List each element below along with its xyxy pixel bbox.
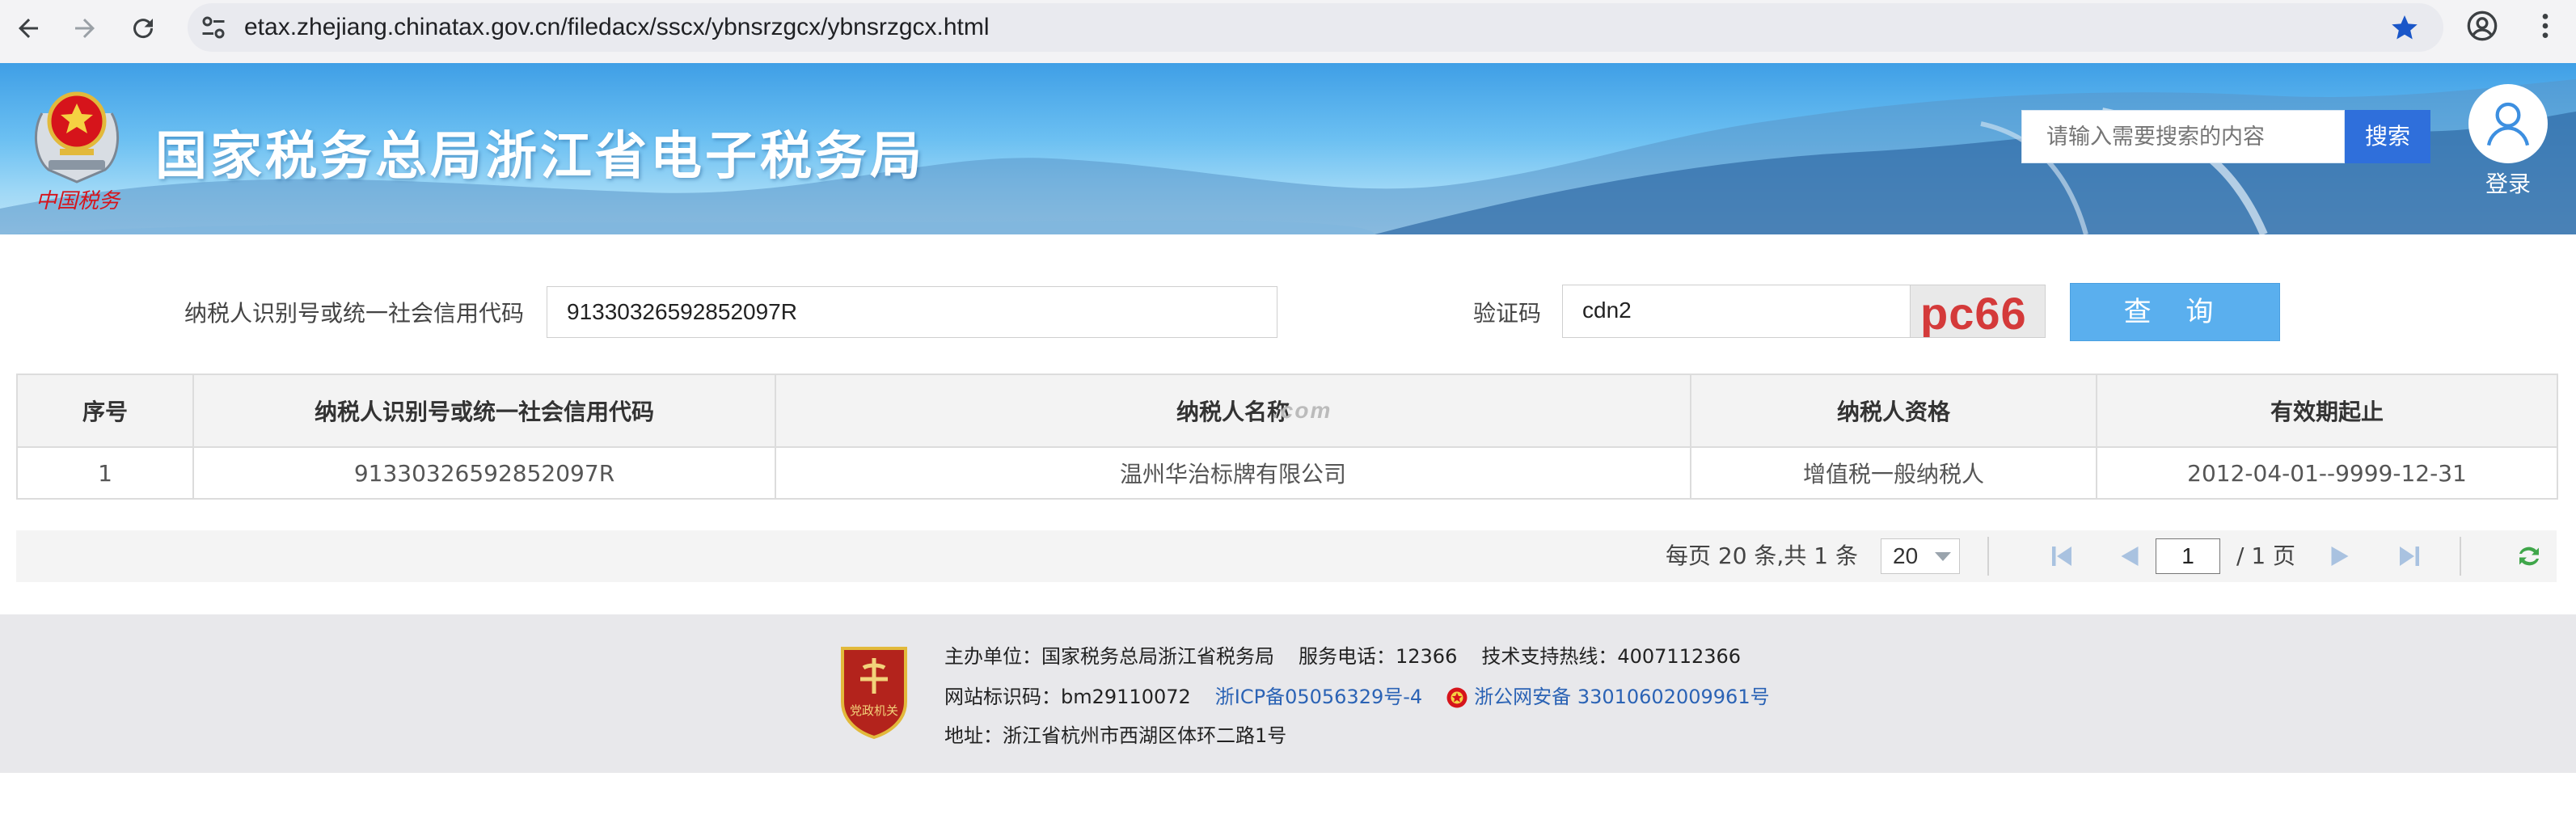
- service-phone: 服务电话：12366: [1299, 645, 1458, 668]
- badge-text: 党政机关: [850, 703, 898, 718]
- refresh-icon[interactable]: [2515, 542, 2544, 571]
- site-id: 网站标识码：bm29110072: [944, 686, 1191, 708]
- reload-button[interactable]: [123, 8, 163, 49]
- site-search-input[interactable]: [2021, 110, 2345, 163]
- next-page-icon[interactable]: [2325, 542, 2354, 571]
- site-footer: 党政机关 主办单位：国家税务总局浙江省税务局 服务电话：12366 技术支持热线：4…: [0, 614, 2576, 773]
- table-cell: 2012-04-01--9999-12-31: [2096, 446, 2558, 500]
- first-page-icon[interactable]: [2047, 542, 2076, 571]
- browser-toolbar: etax.zhejiang.chinatax.gov.cn/filedacx/s…: [0, 0, 2576, 63]
- footer-line-1: 主办单位：国家税务总局浙江省税务局 服务电话：12366 技术支持热线：400711…: [944, 640, 1741, 669]
- captcha-input[interactable]: cdn2: [1562, 285, 1911, 338]
- user-icon: [2486, 102, 2530, 146]
- prev-page-icon[interactable]: [2115, 542, 2144, 571]
- taxpayer-id-label: 纳税人识别号或统一社会信用代码: [184, 300, 525, 327]
- slogan-text: 中国税务: [36, 189, 120, 213]
- forward-arrow-icon: [75, 19, 95, 38]
- results-table: 序号 纳税人识别号或统一社会信用代码 纳税人名称 纳税人资格 有效期起止 1 9…: [16, 374, 2558, 500]
- table-row: 1 91330326592852097R 温州华治标牌有限公司 增值税一般纳税人…: [16, 446, 2558, 500]
- user-avatar[interactable]: [2468, 84, 2548, 163]
- last-page-icon[interactable]: [2395, 542, 2424, 571]
- footer-line-3: 地址：浙江省杭州市西湖区体环二路1号: [944, 720, 1286, 748]
- footer-line-2: 网站标识码：bm29110072 浙ICP备05056329号-4 浙公网安备 33…: [944, 681, 1770, 710]
- captcha-image[interactable]: pc66: [1910, 285, 2046, 338]
- column-header: 纳税人识别号或统一社会信用代码: [192, 374, 776, 448]
- bookmark-star-icon[interactable]: [2390, 13, 2419, 42]
- total-pages: / 1 页: [2236, 542, 2296, 569]
- police-emblem-icon: [1446, 687, 1467, 708]
- table-cell: 1: [16, 446, 194, 500]
- site-title: 国家税务总局浙江省电子税务局: [155, 127, 925, 187]
- pagination-bar: 每页 20 条,共 1 条 20 1 / 1 页: [16, 530, 2557, 582]
- page-summary: 每页 20 条,共 1 条: [1666, 542, 1858, 569]
- table-cell: 温州华治标牌有限公司: [775, 446, 1691, 500]
- column-header: 序号: [16, 374, 194, 448]
- watermark-text: .com: [1273, 398, 1332, 423]
- police-record-link[interactable]: 浙公网安备 33010602009961号: [1474, 686, 1769, 708]
- profile-icon[interactable]: [2466, 10, 2498, 42]
- column-header: 纳税人资格: [1690, 374, 2097, 448]
- site-info-icon[interactable]: [199, 13, 228, 42]
- address-bar[interactable]: etax.zhejiang.chinatax.gov.cn/filedacx/s…: [188, 3, 2443, 52]
- divider: [1987, 537, 1989, 576]
- party-government-badge[interactable]: 党政机关: [836, 644, 912, 741]
- column-header: 纳税人名称: [775, 374, 1691, 448]
- back-arrow-icon: [19, 19, 38, 38]
- taxpayer-id-input[interactable]: 91330326592852097R: [547, 286, 1277, 338]
- page-size-select[interactable]: 20: [1881, 538, 1960, 574]
- table-cell: 增值税一般纳税人: [1690, 446, 2097, 500]
- captcha-image-text: pc66: [1920, 288, 2027, 338]
- back-button[interactable]: [8, 8, 49, 49]
- host-org: 主办单位：国家税务总局浙江省税务局: [944, 645, 1274, 668]
- menu-kebab-icon[interactable]: [2529, 10, 2561, 42]
- table-cell: 91330326592852097R: [192, 446, 776, 500]
- icp-link[interactable]: 浙ICP备05056329号-4: [1215, 686, 1422, 708]
- forward-button[interactable]: [65, 8, 105, 49]
- divider: [2460, 537, 2461, 576]
- address: 地址：浙江省杭州市西湖区体环二路1号: [944, 724, 1287, 747]
- query-button[interactable]: 查 询: [2070, 283, 2280, 341]
- column-header: 有效期起止: [2096, 374, 2558, 448]
- site-header: 中国税务 国家税务总局浙江省电子税务局 搜索 登录: [0, 63, 2576, 234]
- reload-icon: [133, 19, 154, 39]
- support-hotline: 技术支持热线：4007112366: [1481, 645, 1742, 668]
- login-button[interactable]: 登录: [2466, 84, 2550, 220]
- captcha-label: 验证码: [1473, 300, 1542, 327]
- current-page-input[interactable]: 1: [2156, 538, 2220, 574]
- site-search-button[interactable]: 搜索: [2345, 110, 2430, 163]
- url-text[interactable]: etax.zhejiang.chinatax.gov.cn/filedacx/s…: [244, 3, 990, 52]
- login-label[interactable]: 登录: [2466, 167, 2550, 199]
